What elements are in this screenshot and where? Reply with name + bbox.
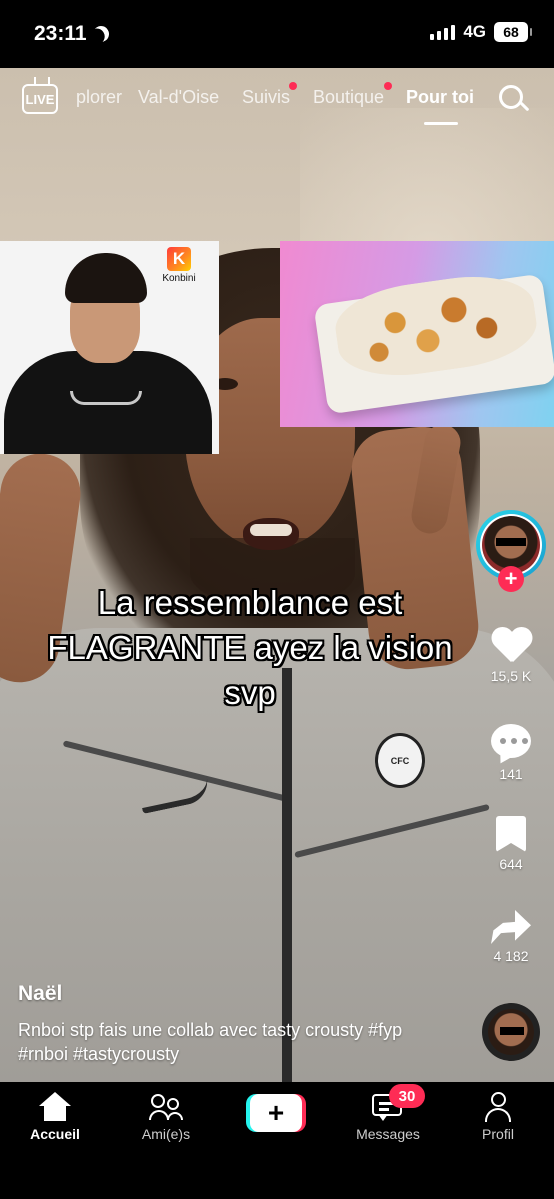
nav-home[interactable]: Accueil <box>5 1092 105 1142</box>
top-nav: LIVE plorer Val-d'Oise Suivis Boutique P… <box>0 76 554 126</box>
nav-home-label: Accueil <box>30 1126 80 1142</box>
status-time: 23:11 <box>34 22 109 46</box>
tab-suivis[interactable]: Suivis <box>242 87 290 108</box>
nav-profile[interactable]: Profil <box>448 1092 548 1142</box>
nav-messages-label: Messages <box>356 1126 420 1142</box>
boutique-notification-dot <box>384 82 392 90</box>
like-count: 15,5 K <box>490 668 532 684</box>
share-count: 4 182 <box>493 948 529 964</box>
video-text-overlay: La ressemblance est FLAGRANTE ayez la vi… <box>0 580 500 715</box>
inset-konbini-image: K Konbini <box>0 241 219 454</box>
nav-profile-label: Profil <box>482 1126 514 1142</box>
post-description[interactable]: Rnboi stp fais une collab avec tasty cro… <box>18 1018 418 1066</box>
censor-bar <box>500 1027 524 1035</box>
creator-username[interactable]: Naël <box>18 982 62 1006</box>
share-button[interactable]: 4 182 <box>476 910 546 964</box>
battery-level: 68 <box>503 24 519 40</box>
moon-icon <box>90 23 112 45</box>
live-icon[interactable]: LIVE <box>22 84 58 114</box>
video-player[interactable]: CFC <box>0 68 554 1082</box>
create-button[interactable]: + <box>246 1094 306 1132</box>
plus-icon: + <box>250 1094 302 1132</box>
clock-text: 23:11 <box>34 22 87 45</box>
konbini-logo: K Konbini <box>157 247 201 284</box>
live-label: LIVE <box>25 91 55 107</box>
like-button[interactable]: 15,5 K <box>476 628 546 684</box>
overlay-line: FLAGRANTE ayez la vision <box>47 629 453 666</box>
home-icon <box>39 1092 71 1122</box>
bottom-nav: Accueil Ami(e)s + Messages Profil <box>0 1082 554 1199</box>
overlay-line: La ressemblance est <box>97 584 403 621</box>
inset-food-image <box>280 241 554 427</box>
overlay-line: svp <box>224 674 276 711</box>
tab-pour-toi[interactable]: Pour toi <box>406 87 474 108</box>
inset-person-hair <box>65 253 147 303</box>
comment-icon <box>491 724 531 758</box>
status-indicators: 4G 68 <box>430 22 532 42</box>
music-disc[interactable] <box>482 1003 540 1061</box>
status-bar: 23:11 4G 68 <box>0 0 554 68</box>
network-label: 4G <box>463 22 486 41</box>
tab-boutique[interactable]: Boutique <box>313 87 384 108</box>
messages-badge: 30 <box>389 1084 425 1108</box>
bookmark-icon <box>496 816 526 852</box>
active-tab-indicator <box>424 122 458 125</box>
friends-icon <box>149 1092 183 1122</box>
profile-icon <box>483 1092 513 1122</box>
search-icon[interactable] <box>499 85 530 115</box>
save-count: 644 <box>499 856 523 872</box>
nav-friends[interactable]: Ami(e)s <box>116 1092 216 1142</box>
comment-count: 141 <box>499 766 523 782</box>
video-subject-teeth <box>250 524 292 536</box>
heart-icon <box>491 628 531 664</box>
inset-person-chain <box>70 391 142 405</box>
censor-bar <box>496 538 526 546</box>
comment-button[interactable]: 141 <box>476 724 546 782</box>
share-icon <box>491 910 531 944</box>
signal-icon <box>430 24 456 40</box>
battery-icon: 68 <box>494 22 532 42</box>
nav-friends-label: Ami(e)s <box>141 1126 191 1142</box>
club-badge: CFC <box>375 733 425 788</box>
konbini-mark: K <box>167 247 191 271</box>
konbini-label: Konbini <box>162 273 196 284</box>
tab-explorer[interactable]: plorer <box>76 87 122 108</box>
tab-val-doise[interactable]: Val-d'Oise <box>138 87 219 108</box>
music-disc-image <box>488 1009 534 1055</box>
save-button[interactable]: 644 <box>476 816 546 872</box>
suivis-notification-dot <box>289 82 297 90</box>
follow-button[interactable]: + <box>498 566 524 592</box>
